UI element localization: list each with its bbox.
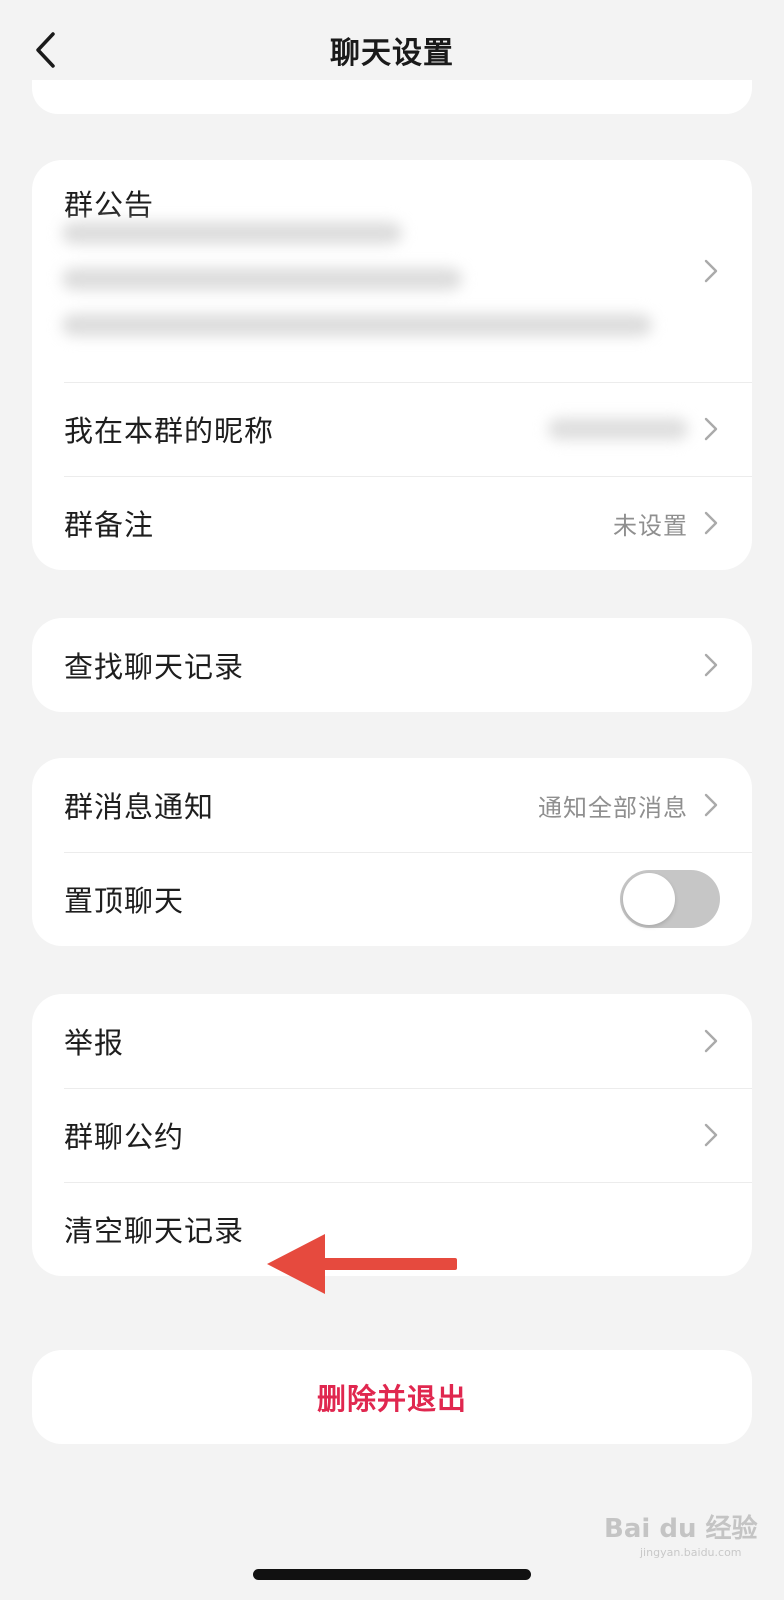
group-info-card: 群公告 我在本群的昵称 群备注 未设置: [32, 160, 752, 570]
clear-history-label: 清空聊天记录: [64, 1214, 245, 1248]
search-history-label: 查找聊天记录: [64, 650, 245, 684]
group-notification-label: 群消息通知: [64, 790, 215, 824]
group-remark-row[interactable]: 群备注 未设置: [32, 476, 752, 570]
pin-chat-row: 置顶聊天: [32, 852, 752, 946]
group-notice-row[interactable]: 群公告: [32, 160, 752, 382]
group-rules-label: 群聊公约: [64, 1120, 185, 1154]
search-card: 查找聊天记录: [32, 618, 752, 712]
home-indicator[interactable]: [253, 1569, 531, 1580]
group-notice-label: 群公告: [64, 188, 155, 222]
nickname-value-redacted: [548, 418, 688, 440]
delete-and-exit-button[interactable]: 删除并退出: [32, 1350, 752, 1444]
toggle-knob: [623, 873, 675, 925]
chevron-right-icon: [704, 1123, 718, 1147]
arrow-left-icon: [267, 1234, 457, 1294]
group-notification-row[interactable]: 群消息通知 通知全部消息: [32, 758, 752, 852]
delete-and-exit-label: 删除并退出: [316, 1382, 467, 1416]
nickname-label: 我在本群的昵称: [64, 414, 275, 448]
group-notification-value: 通知全部消息: [538, 793, 688, 822]
chevron-right-icon: [704, 653, 718, 677]
pin-chat-label: 置顶聊天: [64, 884, 185, 918]
report-label: 举报: [64, 1026, 125, 1060]
watermark-logo: Bai du 经验: [604, 1514, 758, 1544]
chevron-right-icon: [704, 793, 718, 817]
chevron-right-icon: [704, 511, 718, 535]
search-history-row[interactable]: 查找聊天记录: [32, 618, 752, 712]
nickname-row[interactable]: 我在本群的昵称: [32, 382, 752, 476]
previous-card-edge: [32, 80, 752, 114]
group-remark-label: 群备注: [64, 508, 155, 542]
group-rules-row[interactable]: 群聊公约: [32, 1088, 752, 1182]
notification-card: 群消息通知 通知全部消息 置顶聊天: [32, 758, 752, 946]
pin-chat-toggle[interactable]: [620, 870, 720, 928]
chevron-right-icon: [704, 417, 718, 441]
watermark-url: jingyan.baidu.com: [640, 1546, 742, 1559]
report-row[interactable]: 举报: [32, 994, 752, 1088]
chevron-right-icon: [704, 1029, 718, 1053]
chevron-right-icon: [704, 259, 718, 283]
group-notice-content-redacted: [62, 222, 662, 360]
group-remark-value: 未设置: [613, 511, 688, 540]
page-title: 聊天设置: [330, 36, 454, 71]
